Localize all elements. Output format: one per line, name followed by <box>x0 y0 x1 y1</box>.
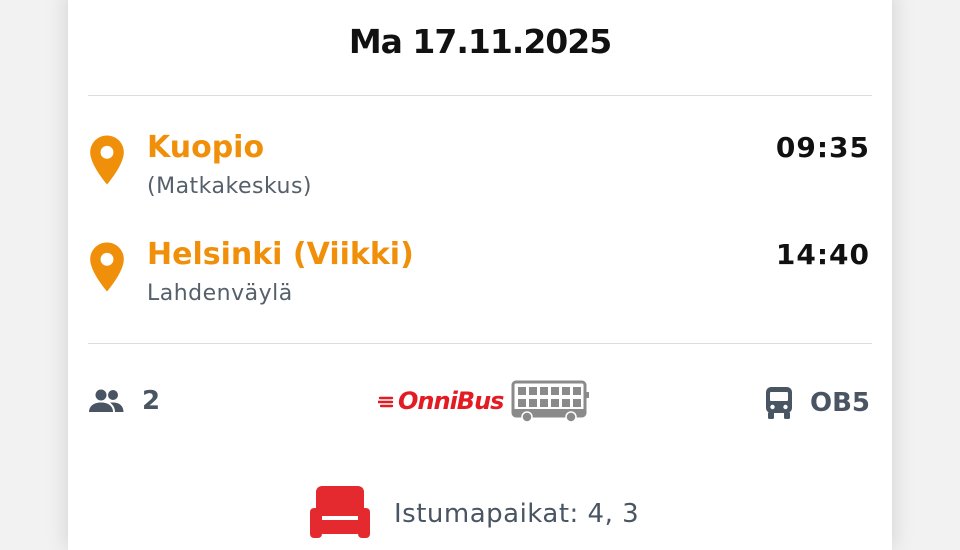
operator-logo: OnniBus <box>378 378 591 424</box>
divider <box>88 343 872 344</box>
trip-info-row: 2 OnniBus OB5 <box>68 378 892 438</box>
line-code: OB5 <box>809 388 870 418</box>
departure-time: 09:35 <box>775 131 870 164</box>
trip-date: Ma 17.11.2025 <box>348 22 612 61</box>
passenger-count-value: 2 <box>142 386 161 416</box>
seat-numbers: Istumapaikat: 4, 3 <box>394 499 640 529</box>
bus-icon <box>765 387 792 419</box>
speed-lines-icon <box>378 396 394 408</box>
passenger-count: 2 <box>88 386 160 416</box>
trip-card: Ma 17.11.2025 Kuopio (Matkakeskus) 09:35… <box>68 0 892 550</box>
map-pin-icon <box>90 135 124 185</box>
people-icon <box>89 389 124 412</box>
double-decker-bus-icon <box>511 380 590 423</box>
line-info: OB5 <box>764 386 870 420</box>
destination-name: Helsinki (Viikki) <box>147 237 414 272</box>
arrival-time: 14:40 <box>775 238 870 271</box>
destination-detail: Lahdenväylä <box>147 281 293 306</box>
divider <box>88 95 872 96</box>
operator-name: OnniBus <box>398 387 504 415</box>
origin-name: Kuopio <box>147 130 265 165</box>
origin-detail: (Matkakeskus) <box>147 174 313 199</box>
map-pin-icon <box>90 242 124 292</box>
